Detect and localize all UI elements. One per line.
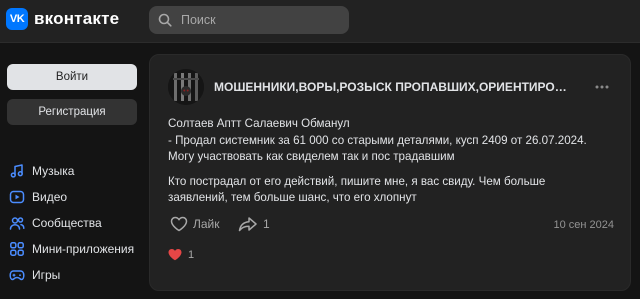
post-actions: Лайк 1 10 сен 2024 — [168, 216, 614, 238]
post-paragraph: Кто пострадал от его действий, пишите мн… — [168, 174, 618, 207]
search-box[interactable] — [149, 6, 349, 34]
like-label: Лайк — [193, 217, 220, 231]
sidebar-item-video[interactable]: Видео — [7, 184, 147, 210]
more-options-icon[interactable] — [594, 83, 610, 91]
sidebar-item-games[interactable]: Игры — [7, 262, 147, 288]
post-card: МОШЕННИКИ,ВОРЫ,РОЗЫСК ПРОПАВШИХ,ОРИЕНТИР… — [149, 54, 631, 291]
search-icon — [158, 13, 172, 27]
post-line: - Продал системник за 61 000 со старыми … — [168, 133, 587, 147]
video-icon — [9, 190, 25, 204]
post-date[interactable]: 10 сен 2024 — [553, 219, 614, 231]
music-icon — [10, 164, 23, 178]
sidebar-item-label: Сообщества — [32, 216, 102, 230]
sidebar-nav: Музыка Видео Сообщества Мини-приложения — [7, 158, 147, 288]
sidebar-item-communities[interactable]: Сообщества — [7, 210, 147, 236]
reactions-summary[interactable]: 1 — [168, 248, 194, 261]
communities-icon — [9, 217, 25, 230]
search-input[interactable] — [179, 12, 343, 28]
like-button[interactable]: Лайк — [170, 216, 220, 232]
share-button[interactable]: 1 — [238, 216, 270, 232]
group-name-link[interactable]: МОШЕННИКИ,ВОРЫ,РОЗЫСК ПРОПАВШИХ,ОРИЕНТИР… — [214, 80, 574, 94]
logo-text: вконтакте — [34, 9, 120, 28]
group-avatar[interactable] — [168, 69, 204, 105]
reaction-count: 1 — [188, 248, 195, 261]
sidebar-item-label: Видео — [32, 190, 68, 204]
heart-reaction-icon — [168, 249, 182, 261]
login-button[interactable]: Войти — [7, 64, 137, 90]
heart-outline-icon — [170, 216, 188, 232]
vk-logo-icon: VK — [6, 8, 28, 30]
share-icon — [238, 217, 257, 232]
post-paragraph: Солтаев Аптт Салаевич Обманул - Продал с… — [168, 116, 618, 166]
post-line: заявлений, тем больше шанс, что его хлоп… — [168, 191, 417, 204]
sidebar-item-mini-apps[interactable]: Мини-приложения — [7, 236, 147, 262]
mini-apps-icon — [10, 242, 24, 256]
avatar-image — [168, 69, 204, 105]
sidebar-item-music[interactable]: Музыка — [7, 158, 147, 184]
top-header: VK вконтакте — [0, 0, 640, 43]
post-line: Кто пострадал от его действий, пишите мн… — [168, 174, 546, 188]
post-line: Солтаев Аптт Салаевич Обманул — [168, 117, 350, 130]
vk-logo[interactable]: VK вконтакте — [6, 8, 119, 30]
share-count: 1 — [263, 217, 270, 231]
games-icon — [9, 270, 25, 281]
post-line: Могу участвовать как свиделем так и пос … — [168, 150, 455, 163]
sidebar-item-label: Игры — [32, 268, 61, 282]
sidebar-item-label: Музыка — [32, 164, 75, 178]
post-text: Солтаев Аптт Салаевич Обманул - Продал с… — [168, 116, 618, 215]
sidebar-item-label: Мини-приложения — [32, 242, 135, 256]
register-button[interactable]: Регистрация — [7, 99, 137, 125]
